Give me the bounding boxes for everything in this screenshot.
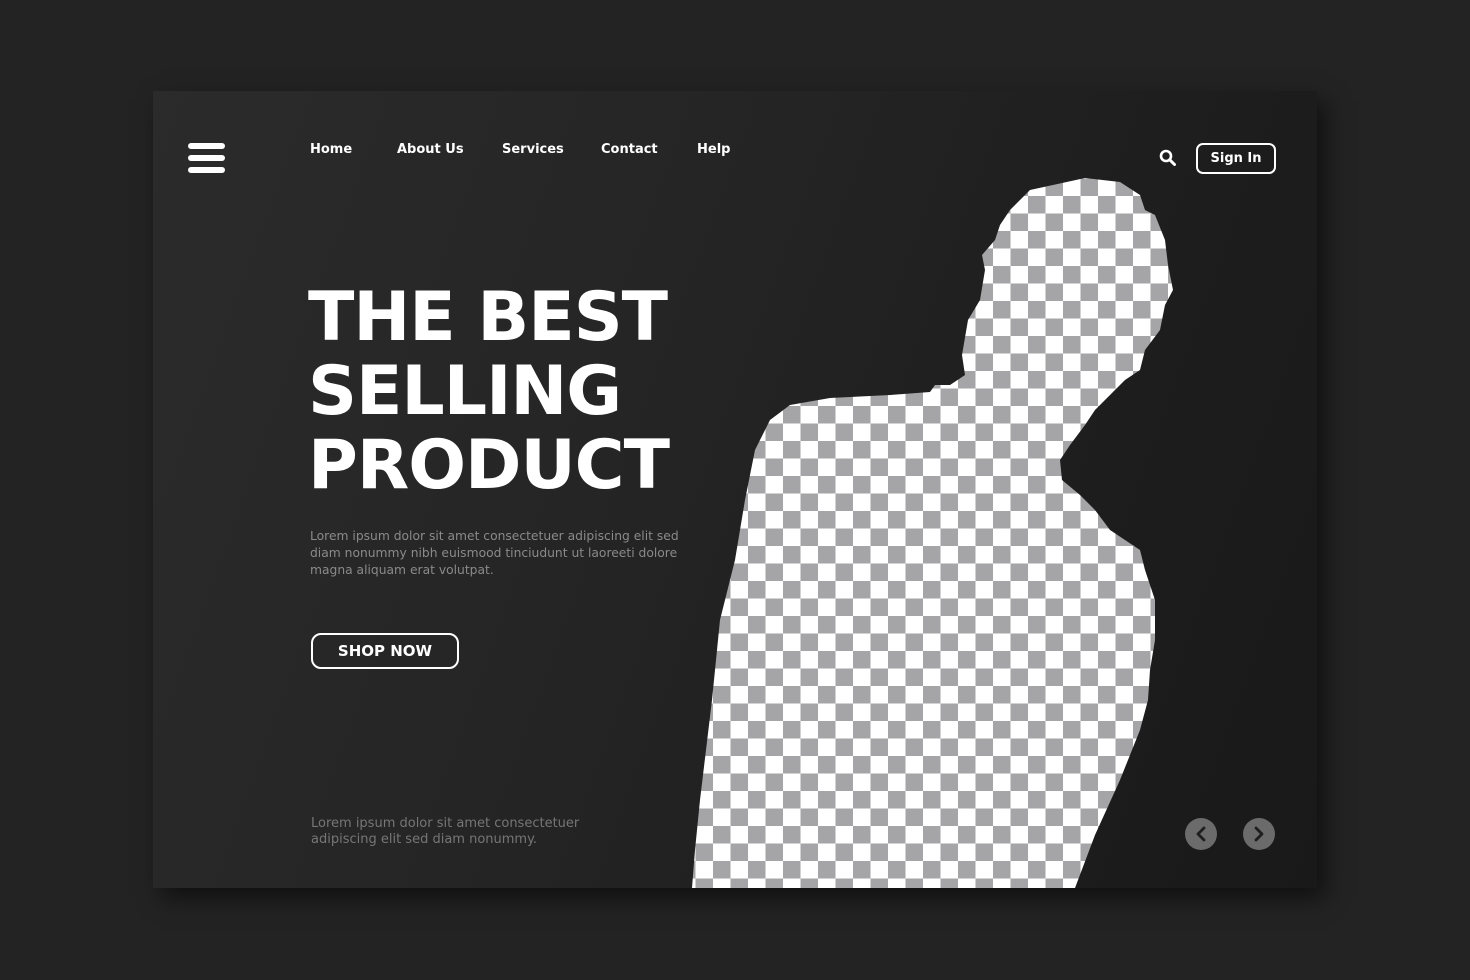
chevron-right-icon	[1254, 826, 1264, 842]
landing-page-card: Home About Us Services Contact Help Sign…	[153, 91, 1317, 888]
menu-bar	[188, 167, 225, 173]
sign-in-button[interactable]: Sign In	[1196, 143, 1276, 174]
nav-services[interactable]: Services	[502, 142, 564, 157]
page-background: Home About Us Services Contact Help Sign…	[0, 0, 1470, 980]
hero-headline: THE BEST SELLING PRODUCT	[308, 278, 670, 505]
hero-description: Lorem ipsum dolor sit amet consectetuer …	[310, 529, 679, 577]
headline-line: PRODUCT	[308, 426, 670, 505]
next-slide-button[interactable]	[1243, 818, 1275, 850]
headline-line: THE BEST	[308, 278, 668, 357]
shop-now-button[interactable]: SHOP NOW	[311, 633, 459, 669]
chevron-left-icon	[1196, 826, 1206, 842]
person-silhouette-shape	[692, 178, 1173, 888]
headline-line: SELLING	[308, 352, 622, 431]
menu-bar	[188, 143, 225, 149]
nav-contact[interactable]: Contact	[601, 142, 658, 157]
footer-text: Lorem ipsum dolor sit amet consectetuer …	[311, 816, 580, 847]
search-icon[interactable]	[1159, 149, 1177, 167]
nav-help[interactable]: Help	[697, 142, 730, 157]
hamburger-menu-icon[interactable]	[188, 141, 225, 175]
menu-bar	[188, 155, 225, 161]
previous-slide-button[interactable]	[1185, 818, 1217, 850]
nav-home[interactable]: Home	[310, 142, 352, 157]
nav-about-us[interactable]: About Us	[397, 142, 464, 157]
